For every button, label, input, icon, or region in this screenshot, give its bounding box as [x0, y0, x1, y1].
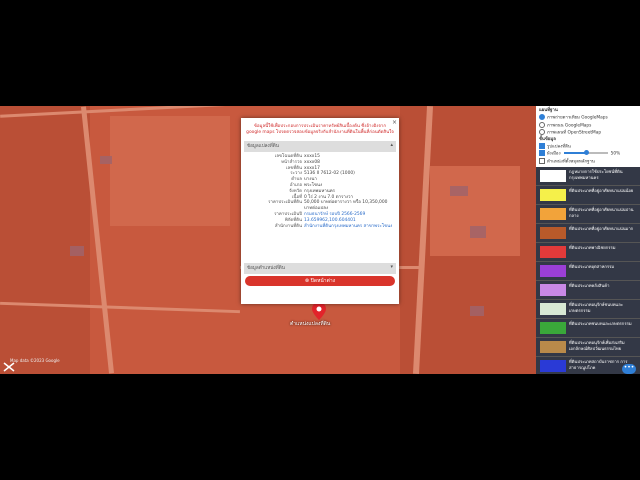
legend-label: ที่ดินประเภทอุตสาหกรรม [569, 264, 615, 269]
map-attribution: Map data ©2023 Google [10, 358, 60, 363]
field-value: 50,000 บาทต่อตารางวา หรือ 10,350,000 บาท… [304, 200, 388, 212]
parcel-info-table: เลขโฉนดที่ดิน xxxx15 หน้าสำรวจ xxxx08 เลขที่… [245, 154, 395, 229]
basemap-option-satellite[interactable]: ภาพถ่ายดาวเทียม GoogleMaps [539, 114, 637, 122]
zoning-legend: กฎหมายการใช้ประโยชน์ที่ดิน กรุงเทพมหานคร… [536, 167, 640, 374]
field-label: ราคาประเมินที่ดิน [268, 200, 302, 206]
more-options-button[interactable]: ••• [622, 364, 636, 374]
layer-benchmark[interactable]: ตำแหน่งที่ตั้งหมุดหลักฐาน [539, 157, 637, 166]
legend-swatch [540, 360, 566, 372]
legend-swatch [540, 322, 566, 334]
location-pin-icon[interactable] [312, 302, 326, 320]
legend-label: ที่ดินประเภทพาณิชยกรรม [569, 245, 616, 250]
legend-item: ที่ดินประเภทพาณิชยกรรม [536, 243, 640, 262]
close-icon[interactable]: × [392, 119, 397, 126]
legend-item: ที่ดินประเภทอนุรักษ์เพื่อส่งเสริมเอกลักษ… [536, 338, 640, 357]
slider-fill [563, 152, 586, 154]
legend-item: ที่ดินประเภทอุตสาหกรรม [536, 262, 640, 281]
legend-swatch [540, 265, 566, 277]
legend-swatch [540, 303, 566, 315]
checkbox-icon [539, 157, 545, 164]
layer-panel: แผนที่ฐาน ภาพถ่ายดาวเทียม GoogleMaps ภาพ… [536, 106, 640, 374]
map-corner-icon[interactable] [3, 362, 15, 372]
legend-swatch [540, 189, 566, 201]
legend-swatch [540, 284, 566, 296]
parcel-info-popup: × ข้อมูลนี้ใช้เพื่อประกอบการประเมินราคาท… [241, 118, 399, 304]
legend-item: ที่ดินประเภทอนุรักษ์ชนบทและเกษตรกรรม [536, 300, 640, 319]
basemap-group: แผนที่ฐาน ภาพถ่ายดาวเทียม GoogleMaps ภาพ… [536, 106, 640, 167]
layer-parcel[interactable]: รูปแปลงที่ดิน [539, 142, 637, 151]
checkbox-icon [539, 142, 545, 149]
legend-label: ที่ดินประเภทคลังสินค้า [569, 283, 610, 288]
popup-notice: ข้อมูลนี้ใช้เพื่อประกอบการประเมินราคาทรั… [246, 124, 394, 135]
section-parcel-info[interactable]: ข้อมูลแปลงที่ดิน ▴ [244, 141, 396, 152]
legend-item: ที่ดินประเภทที่อยู่อาศัยหนาแน่นน้อย [536, 186, 640, 205]
section-title: ข้อมูลตำแหน่งที่ดิน [247, 266, 285, 271]
legend-item: กฎหมายการใช้ประโยชน์ที่ดิน กรุงเทพมหานคร [536, 167, 640, 186]
legend-label: ที่ดินประเภทชนบทและเกษตรกรรม [569, 321, 632, 326]
field-label: สำนักงานที่ดิน [274, 223, 302, 229]
basemap-option-osm[interactable]: ภาพแผนที่ OpenStreetMap [539, 129, 637, 137]
layer-cityplan[interactable]: ผังเมือง 50% [539, 150, 637, 158]
legend-swatch [540, 170, 566, 182]
legend-swatch [540, 246, 566, 258]
chevron-down-icon: ▾ [390, 264, 393, 270]
legend-label: ที่ดินประเภทอนุรักษ์เพื่อส่งเสริมเอกลักษ… [569, 340, 625, 351]
chevron-up-icon: ▴ [390, 142, 393, 148]
satellite-map[interactable]: Map data ©2023 Google ตำแหน่งแปลงที่ดิน … [0, 106, 536, 374]
basemap-option-roads[interactable]: ภาพถนน GoogleMaps [539, 121, 637, 130]
radio-icon [539, 129, 545, 135]
map-viewport: Map data ©2023 Google ตำแหน่งแปลงที่ดิน … [0, 106, 640, 374]
legend-label: ที่ดินประเภทที่อยู่อาศัยหนาแน่นมาก [569, 226, 634, 231]
close-window-button[interactable]: ⊗ ปิดหน้าต่าง [245, 276, 395, 286]
radio-icon [539, 114, 545, 120]
legend-item: ที่ดินประเภทคลังสินค้า [536, 281, 640, 300]
legend-item: ที่ดินประเภทที่อยู่อาศัยหนาแน่นปานกลาง [536, 205, 640, 224]
section-location-info[interactable]: ข้อมูลตำแหน่งที่ดิน ▾ [244, 263, 396, 274]
table-row: สำนักงานที่ดิน สำนักงานที่ดินกรุงเทพมหานค… [245, 224, 395, 230]
field-value[interactable]: สำนักงานที่ดินกรุงเทพมหานคร สาขาพระโขนง [303, 224, 395, 230]
opacity-slider[interactable] [563, 150, 608, 155]
legend-swatch [540, 341, 566, 353]
legend-swatch [540, 227, 566, 239]
slider-knob[interactable] [583, 150, 589, 155]
opacity-value: 50% [610, 151, 621, 157]
legend-label: กฎหมายการใช้ประโยชน์ที่ดิน กรุงเทพมหานคร [569, 169, 623, 180]
checkbox-icon [539, 150, 545, 156]
section-title: ข้อมูลแปลงที่ดิน [247, 144, 279, 149]
legend-label: ที่ดินประเภทที่อยู่อาศัยหนาแน่นปานกลาง [569, 207, 634, 218]
table-row: ราคาประเมินที่ดิน 50,000 บาทต่อตารางวา หร… [245, 200, 395, 212]
legend-item: ที่ดินประเภทที่อยู่อาศัยหนาแน่นมาก [536, 224, 640, 243]
legend-label: ที่ดินประเภทที่อยู่อาศัยหนาแน่นน้อย [569, 188, 634, 193]
legend-item: ที่ดินประเภทชนบทและเกษตรกรรม [536, 319, 640, 338]
legend-swatch [540, 208, 566, 220]
legend-label: ที่ดินประเภทอนุรักษ์ชนบทและเกษตรกรรม [569, 302, 624, 313]
radio-icon [539, 121, 545, 128]
pin-label: ตำแหน่งแปลงที่ดิน [290, 321, 331, 327]
